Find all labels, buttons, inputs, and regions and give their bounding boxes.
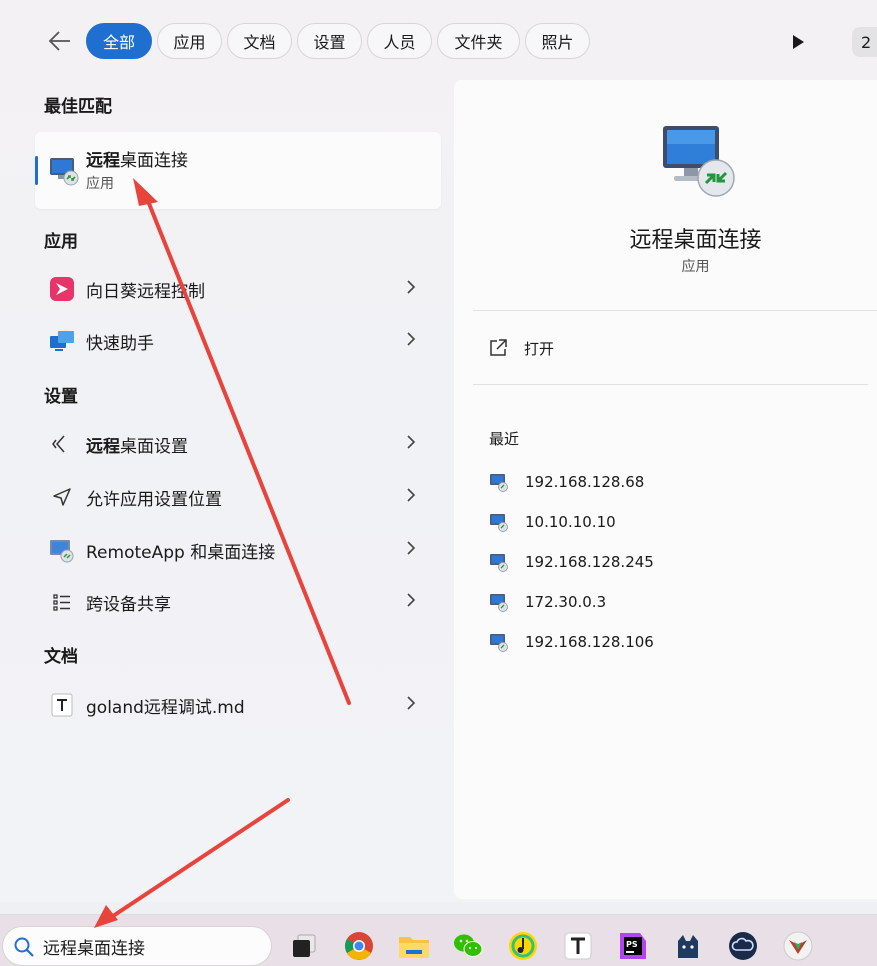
best-match-name: 远程桌面连接 <box>86 151 188 171</box>
best-match-type: 应用 <box>86 176 114 192</box>
recent-item-label: 192.168.128.68 <box>525 473 645 491</box>
recent-item[interactable]: 192.168.128.245 <box>489 550 654 574</box>
section-apps: 应用 <box>44 232 78 252</box>
chevron-right-icon[interactable] <box>405 695 417 715</box>
remote-desktop-icon <box>48 154 80 190</box>
open-button[interactable]: 打开 <box>488 336 554 360</box>
chevron-right-icon[interactable] <box>405 331 417 351</box>
recent-item-label: 172.30.0.3 <box>525 593 607 611</box>
remote-desktop-settings-icon <box>49 431 75 457</box>
more-filters-button[interactable] <box>786 30 810 54</box>
remote-desktop-large-icon <box>660 122 736 204</box>
tab-settings[interactable]: 设置 <box>297 23 362 59</box>
detail-pane: 远程桌面连接 应用 打开 最近 192.168.128.68 10.10.10.… <box>454 80 877 899</box>
search-input[interactable] <box>43 933 263 959</box>
task-view-icon[interactable] <box>288 930 320 962</box>
app-item-quick-assist[interactable]: 快速助手 <box>35 317 441 363</box>
typora-icon[interactable] <box>562 930 594 962</box>
section-docs: 文档 <box>44 647 78 667</box>
search-panel: 全部 应用 文档 设置 人员 文件夹 照片 2 最佳匹配 远程桌面连接 应用 应… <box>0 0 877 902</box>
app-item-label: 快速助手 <box>86 334 154 354</box>
sunlogin-icon <box>49 276 75 302</box>
play-icon <box>793 35 804 49</box>
tab-photos[interactable]: 照片 <box>525 23 590 59</box>
recent-item-label: 10.10.10.10 <box>525 513 616 531</box>
tab-folders[interactable]: 文件夹 <box>437 23 520 59</box>
remoteapp-icon <box>49 537 75 563</box>
tab-all[interactable]: 全部 <box>86 23 152 59</box>
remote-desktop-icon <box>490 634 508 652</box>
game-app-icon[interactable] <box>782 930 814 962</box>
remote-desktop-icon <box>490 514 508 532</box>
cloud-app-icon[interactable] <box>727 930 759 962</box>
qq-music-icon[interactable] <box>507 930 539 962</box>
page-badge[interactable]: 2 <box>852 27 877 57</box>
recent-item[interactable]: 10.10.10.10 <box>489 510 616 534</box>
search-icon <box>14 937 34 957</box>
typora-doc-icon <box>49 692 75 718</box>
best-match-item[interactable]: 远程桌面连接 应用 <box>35 132 441 209</box>
divider <box>473 384 868 385</box>
setting-item-label: 允许应用设置位置 <box>86 490 222 510</box>
setting-item-cross-device[interactable]: 跨设备共享 <box>35 578 441 624</box>
arrow-left-icon <box>48 31 70 51</box>
recent-item-label: 192.168.128.106 <box>525 633 654 651</box>
app-item-sunlogin[interactable]: 向日葵远程控制 <box>35 265 441 311</box>
wechat-icon[interactable] <box>452 930 484 962</box>
file-explorer-icon[interactable] <box>398 930 430 962</box>
recent-item-label: 192.168.128.245 <box>525 553 654 571</box>
chevron-right-icon[interactable] <box>405 487 417 507</box>
svg-text:PS: PS <box>626 940 638 949</box>
chevron-right-icon[interactable] <box>405 592 417 612</box>
back-button[interactable] <box>44 26 76 56</box>
remote-desktop-icon <box>490 474 508 492</box>
divider <box>473 310 877 311</box>
open-label: 打开 <box>524 339 555 358</box>
phpstorm-icon[interactable]: PS <box>617 930 649 962</box>
selection-indicator <box>35 156 38 185</box>
recent-item[interactable]: 192.168.128.106 <box>489 630 654 654</box>
doc-item-goland[interactable]: goland远程调试.md <box>35 681 441 727</box>
app-item-label: 向日葵远程控制 <box>86 282 205 302</box>
setting-item-remote-desktop[interactable]: 远程桌面设置 <box>35 420 441 466</box>
taskbar: PS <box>0 914 877 966</box>
remote-desktop-icon <box>490 594 508 612</box>
detail-type: 应用 <box>681 259 710 275</box>
detail-title: 远程桌面连接 <box>629 228 762 253</box>
chevron-right-icon[interactable] <box>405 434 417 454</box>
taskbar-search[interactable] <box>2 926 272 966</box>
setting-item-label: 跨设备共享 <box>86 595 171 615</box>
open-external-icon <box>490 339 507 356</box>
chrome-icon[interactable] <box>343 930 375 962</box>
doc-item-label: goland远程调试.md <box>86 698 245 718</box>
tab-docs[interactable]: 文档 <box>227 23 292 59</box>
recent-title: 最近 <box>489 430 520 448</box>
setting-item-label: 远程桌面设置 <box>86 437 188 457</box>
cat-app-icon[interactable] <box>672 930 704 962</box>
chevron-right-icon[interactable] <box>405 279 417 299</box>
section-settings: 设置 <box>44 387 78 407</box>
quick-assist-icon <box>49 328 75 354</box>
section-best-match: 最佳匹配 <box>44 97 112 117</box>
location-arrow-icon <box>49 484 75 510</box>
chevron-right-icon[interactable] <box>405 540 417 560</box>
tab-apps[interactable]: 应用 <box>157 23 222 59</box>
tab-people[interactable]: 人员 <box>367 23 432 59</box>
recent-item[interactable]: 172.30.0.3 <box>489 590 606 614</box>
setting-item-location[interactable]: 允许应用设置位置 <box>35 473 441 519</box>
setting-item-label: RemoteApp 和桌面连接 <box>86 543 276 563</box>
list-icon <box>49 589 75 615</box>
setting-item-remoteapp[interactable]: RemoteApp 和桌面连接 <box>35 526 441 572</box>
recent-item[interactable]: 192.168.128.68 <box>489 470 644 494</box>
remote-desktop-icon <box>490 554 508 572</box>
